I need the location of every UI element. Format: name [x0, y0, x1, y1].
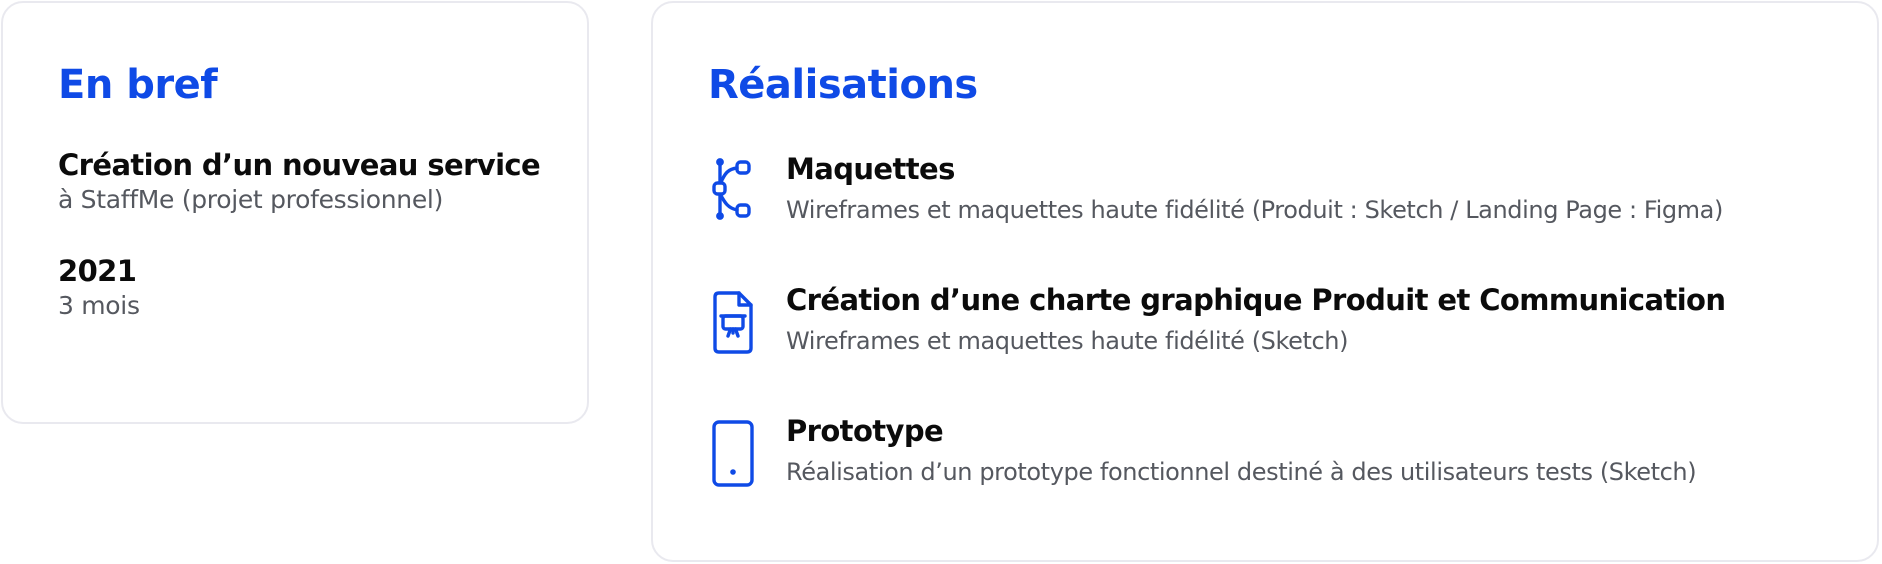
project-duration: 3 mois	[58, 291, 140, 320]
project-context: à StaffMe (projet professionnel)	[58, 185, 444, 214]
project-name: Création d’un nouveau service	[58, 148, 541, 182]
list-item: Prototype Réalisation d’un prototype fon…	[708, 409, 1877, 540]
item-description: Wireframes et maquettes haute fidélité (…	[786, 327, 1349, 355]
realisations-card: Réalisations Maquettes Wireframes et maq…	[651, 1, 1879, 562]
item-title: Maquettes	[786, 152, 955, 186]
brief-block-date: 2021 3 mois	[58, 253, 587, 323]
list-item: Création d’une charte graphique Produit …	[708, 278, 1877, 409]
list-item: Maquettes Wireframes et maquettes haute …	[708, 147, 1877, 278]
project-year: 2021	[58, 254, 137, 288]
item-title: Prototype	[786, 414, 944, 448]
brief-card: En bref Création d’un nouveau service à …	[1, 1, 589, 424]
smartphone-icon	[708, 419, 760, 491]
brief-title: En bref	[58, 62, 218, 108]
file-presentation-icon	[708, 288, 760, 360]
item-title: Création d’une charte graphique Produit …	[786, 283, 1726, 317]
realisations-list: Maquettes Wireframes et maquettes haute …	[708, 147, 1877, 540]
item-description: Wireframes et maquettes haute fidélité (…	[786, 196, 1723, 224]
item-description: Réalisation d’un prototype fonctionnel d…	[786, 458, 1697, 486]
realisations-title: Réalisations	[708, 62, 978, 108]
vector-nodes-icon	[708, 157, 760, 229]
brief-block-project: Création d’un nouveau service à StaffMe …	[58, 147, 587, 217]
